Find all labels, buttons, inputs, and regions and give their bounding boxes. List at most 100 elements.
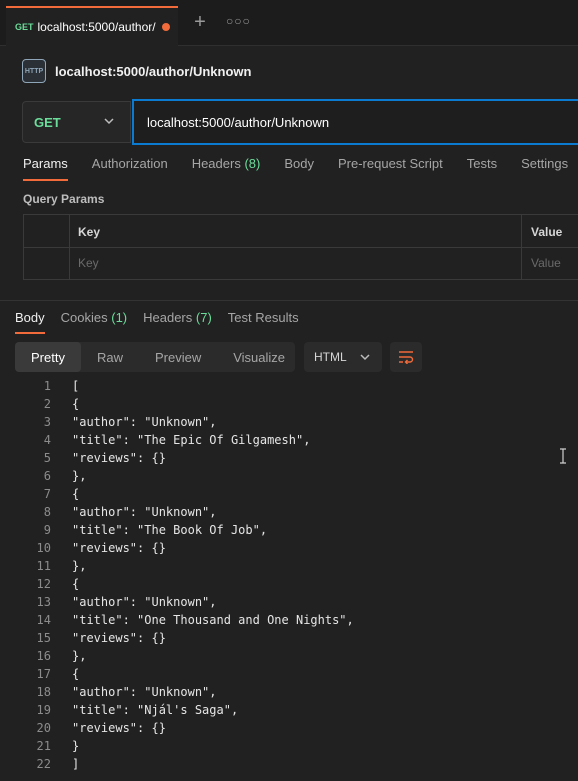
code-line: 8 "author": "Unknown", bbox=[0, 503, 578, 521]
code-line: 6}, bbox=[0, 467, 578, 485]
request-tab[interactable]: GET localhost:5000/author/ bbox=[6, 6, 178, 46]
response-headers-count: (7) bbox=[195, 310, 212, 325]
line-number: 15 bbox=[36, 631, 51, 645]
tab-label: Settings bbox=[521, 156, 569, 171]
tab-body[interactable]: Body bbox=[284, 156, 314, 182]
response-tab-test-results[interactable]: Test Results bbox=[228, 310, 299, 334]
code-line: 13 "author": "Unknown", bbox=[0, 593, 578, 611]
query-params-label: Query Params bbox=[23, 192, 105, 206]
view-pretty-button[interactable]: Pretty bbox=[15, 342, 81, 372]
code-line: 14 "title": "One Thousand and One Nights"… bbox=[0, 611, 578, 629]
key-input[interactable]: Key bbox=[78, 256, 99, 270]
column-divider bbox=[521, 215, 522, 279]
tab-method: GET bbox=[15, 22, 34, 32]
view-raw-button[interactable]: Raw bbox=[81, 342, 139, 372]
tab-label: Tests bbox=[466, 156, 498, 171]
line-number: 17 bbox=[36, 667, 51, 681]
line-number: 9 bbox=[43, 523, 51, 537]
response-tab-headers[interactable]: Headers (7) bbox=[143, 310, 212, 334]
line-number: 13 bbox=[36, 595, 51, 609]
code-line: 15 "reviews": {} bbox=[0, 629, 578, 647]
line-content: "title": "The Epic Of Gilgamesh", bbox=[72, 433, 311, 447]
line-content: } bbox=[72, 739, 80, 753]
line-content: }, bbox=[72, 469, 87, 483]
view-preview-button[interactable]: Preview bbox=[139, 342, 217, 372]
format-select[interactable]: HTML bbox=[304, 342, 382, 372]
code-line: 5 "reviews": {} bbox=[0, 449, 578, 467]
tab-label: Cookies bbox=[60, 310, 108, 325]
view-mode-bar: Pretty Raw Preview Visualize bbox=[15, 342, 295, 372]
line-content: { bbox=[72, 487, 80, 501]
tab-label: Body bbox=[284, 156, 314, 171]
line-content: "reviews": {} bbox=[72, 721, 166, 735]
request-header: HTTP localhost:5000/author/Unknown bbox=[22, 58, 251, 84]
code-line: 2{ bbox=[0, 395, 578, 413]
url-input[interactable]: localhost:5000/author/Unknown bbox=[132, 99, 578, 145]
wrap-lines-button[interactable] bbox=[390, 342, 422, 372]
code-line: 1[ bbox=[0, 377, 578, 395]
more-options-icon[interactable]: ○○○ bbox=[226, 14, 250, 30]
line-number: 21 bbox=[36, 739, 51, 753]
code-line: 11}, bbox=[0, 557, 578, 575]
code-line: 17 { bbox=[0, 665, 578, 683]
tab-label: Params bbox=[23, 156, 68, 171]
line-number: 6 bbox=[43, 469, 51, 483]
line-number: 5 bbox=[43, 451, 51, 465]
tab-label: Pre-request Script bbox=[337, 156, 443, 171]
tab-headers[interactable]: Headers (8) bbox=[192, 156, 261, 182]
line-number: 22 bbox=[36, 757, 51, 771]
line-content: "author": "Unknown", bbox=[72, 595, 217, 609]
request-tabs: Params Authorization Headers (8) Body Pr… bbox=[23, 156, 578, 182]
tab-settings[interactable]: Settings bbox=[521, 156, 568, 182]
tab-label: Headers bbox=[191, 156, 241, 171]
line-number: 10 bbox=[36, 541, 51, 555]
pane-divider[interactable] bbox=[0, 300, 578, 301]
value-column-header: Value bbox=[531, 225, 563, 239]
line-number: 1 bbox=[43, 379, 51, 393]
line-content: }, bbox=[72, 559, 87, 573]
line-number: 12 bbox=[36, 577, 51, 591]
response-tab-cookies[interactable]: Cookies (1) bbox=[61, 310, 127, 334]
line-content: "title": "The Book Of Job", bbox=[72, 523, 268, 537]
line-number: 3 bbox=[43, 415, 51, 429]
tab-params[interactable]: Params bbox=[23, 156, 68, 182]
key-column-header: Key bbox=[78, 225, 101, 239]
tab-label: Body bbox=[15, 310, 45, 325]
line-content: }, bbox=[72, 649, 87, 663]
code-line: 12 { bbox=[0, 575, 578, 593]
table-header-row bbox=[24, 215, 578, 248]
line-content: "author": "Unknown", bbox=[72, 505, 217, 519]
response-tab-body[interactable]: Body bbox=[15, 310, 45, 334]
format-label: HTML bbox=[314, 350, 347, 364]
line-number: 20 bbox=[36, 721, 51, 735]
column-divider bbox=[69, 215, 70, 279]
view-visualize-button[interactable]: Visualize bbox=[217, 342, 301, 372]
code-line: 4 "title": "The Epic Of Gilgamesh", bbox=[0, 431, 578, 449]
line-number: 14 bbox=[36, 613, 51, 627]
response-body-code[interactable]: 1[2{ 3 "author": "Unknown", 4 "title": "The … bbox=[0, 377, 578, 773]
request-name[interactable]: localhost:5000/author/Unknown bbox=[55, 64, 251, 79]
line-number: 16 bbox=[36, 649, 51, 663]
method-label: GET bbox=[34, 114, 61, 130]
tab-authorization[interactable]: Authorization bbox=[92, 156, 168, 182]
unsaved-dot-icon bbox=[161, 23, 170, 31]
line-content: { bbox=[72, 577, 80, 591]
tab-tests[interactable]: Tests bbox=[467, 156, 497, 182]
tab-bar: GET localhost:5000/author/ + ○○○ bbox=[0, 0, 578, 46]
code-line: 20 "reviews": {} bbox=[0, 719, 578, 737]
line-number: 19 bbox=[36, 703, 51, 717]
value-input[interactable]: Value bbox=[531, 256, 561, 270]
tab-label: Headers bbox=[143, 310, 193, 325]
cookies-count: (1) bbox=[111, 310, 128, 325]
line-number: 18 bbox=[36, 685, 51, 699]
headers-count: (8) bbox=[244, 156, 261, 171]
query-params-table: Key Value Key Value bbox=[23, 214, 578, 280]
http-icon: HTTP bbox=[22, 59, 46, 83]
method-select[interactable]: GET bbox=[22, 101, 131, 143]
tab-pre-request-script[interactable]: Pre-request Script bbox=[338, 156, 443, 182]
tab-label: Test Results bbox=[227, 310, 299, 325]
line-content: ] bbox=[72, 757, 80, 771]
new-tab-plus-icon[interactable]: + bbox=[190, 12, 210, 32]
text-cursor-icon bbox=[560, 448, 566, 464]
code-line: 18 "author": "Unknown", bbox=[0, 683, 578, 701]
